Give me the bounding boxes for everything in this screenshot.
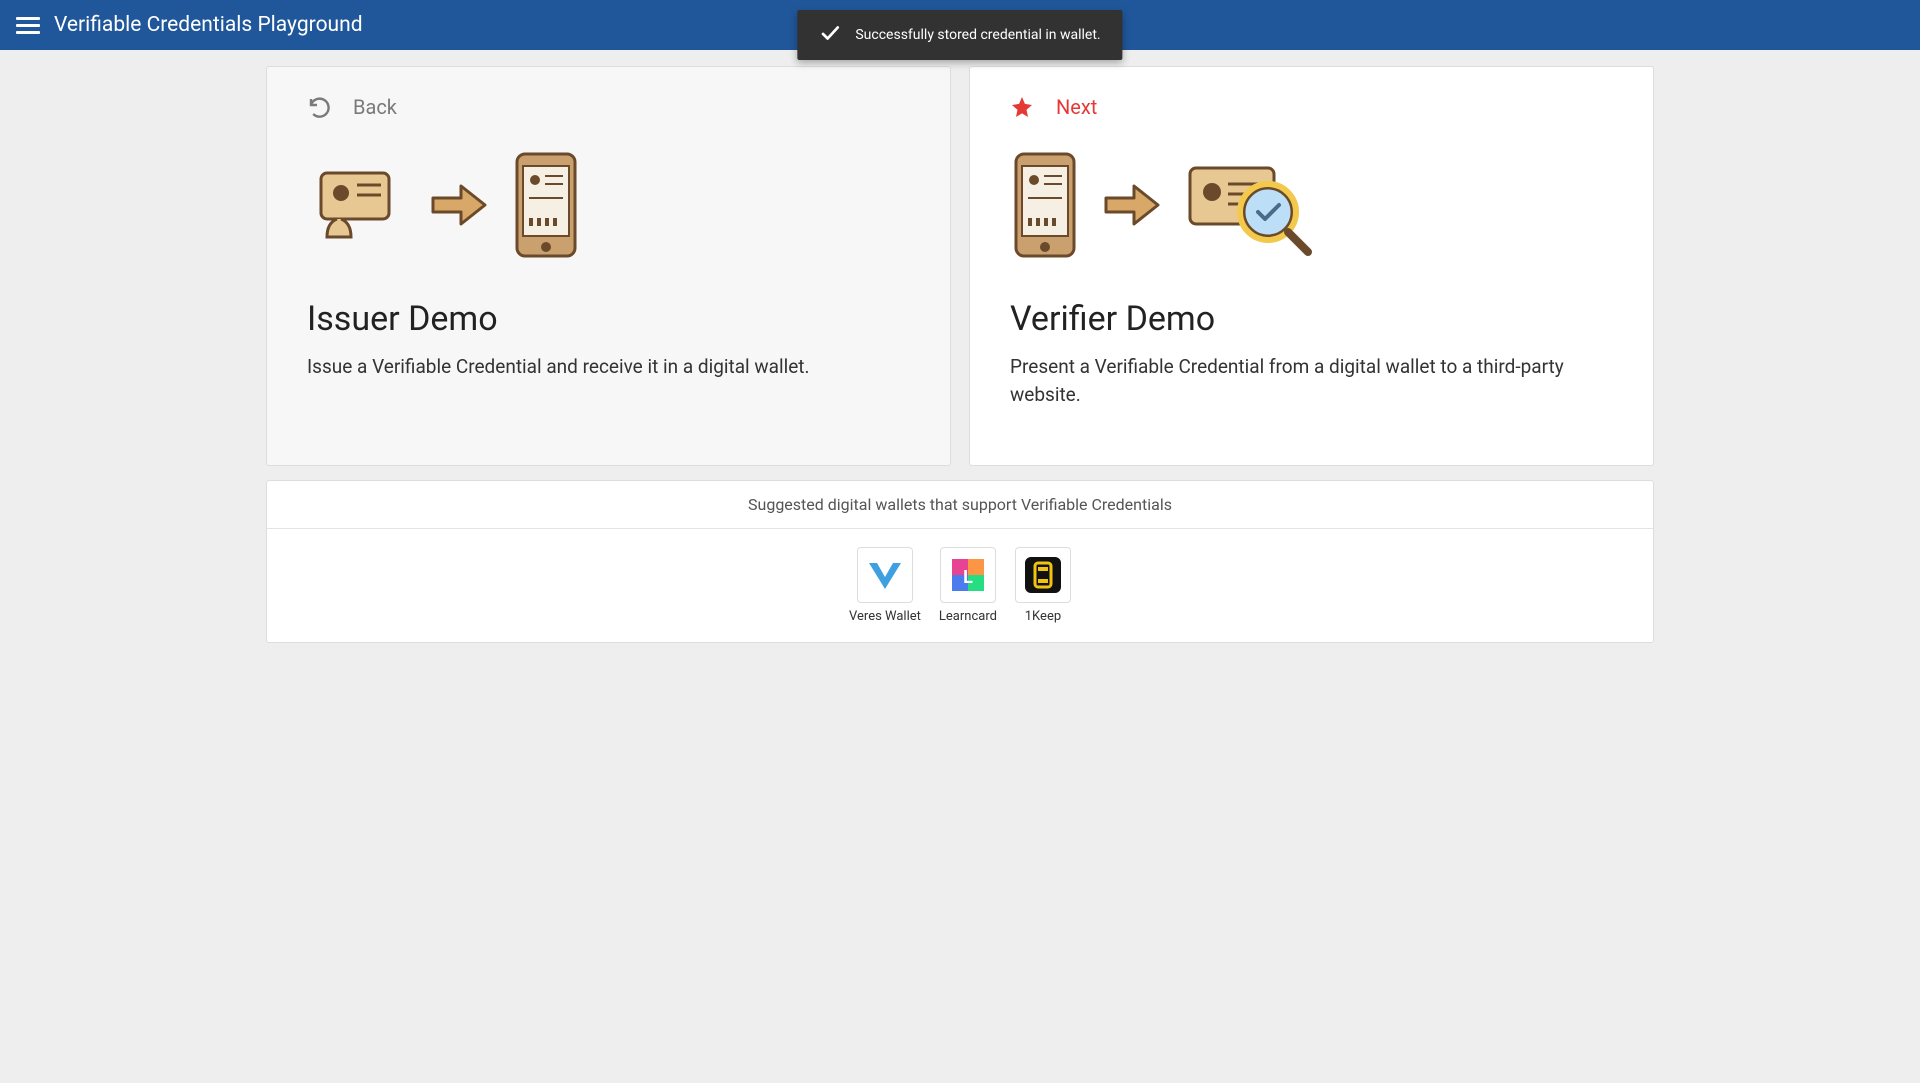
phone-credential-icon bbox=[511, 150, 581, 260]
issuer-card-description: Issue a Verifiable Credential and receiv… bbox=[307, 353, 910, 381]
hamburger-menu-icon[interactable] bbox=[16, 13, 40, 37]
star-icon bbox=[1010, 95, 1034, 119]
wallet-label: Veres Wallet bbox=[849, 609, 921, 624]
issuer-illustration bbox=[307, 145, 910, 265]
main-content: Back bbox=[250, 50, 1670, 659]
issuer-demo-card[interactable]: Back bbox=[266, 66, 951, 466]
undo-icon bbox=[307, 95, 331, 119]
arrow-right-icon bbox=[429, 180, 489, 230]
check-icon bbox=[819, 22, 841, 48]
toast-message: Successfully stored credential in wallet… bbox=[855, 27, 1100, 43]
wallets-heading: Suggested digital wallets that support V… bbox=[267, 481, 1653, 529]
back-button[interactable]: Back bbox=[307, 95, 910, 119]
phone-credential-icon bbox=[1010, 150, 1080, 260]
next-button[interactable]: Next bbox=[1010, 95, 1613, 119]
wallet-1keep[interactable]: 1Keep bbox=[1015, 547, 1071, 624]
credential-verify-icon bbox=[1184, 150, 1314, 260]
credential-hand-icon bbox=[307, 155, 407, 255]
wallet-label: Learncard bbox=[939, 609, 997, 624]
learncard-icon: L bbox=[940, 547, 996, 603]
app-title: Verifiable Credentials Playground bbox=[54, 13, 363, 37]
wallet-label: 1Keep bbox=[1015, 609, 1071, 624]
veres-wallet-icon bbox=[857, 547, 913, 603]
verifier-card-title: Verifier Demo bbox=[1010, 299, 1613, 339]
next-label: Next bbox=[1056, 95, 1097, 119]
back-label: Back bbox=[353, 95, 397, 119]
demo-cards-row: Back bbox=[266, 66, 1654, 466]
wallet-veres[interactable]: Veres Wallet bbox=[849, 547, 921, 624]
wallet-learncard[interactable]: L Learncard bbox=[939, 547, 997, 624]
wallets-list: Veres Wallet L Learncard bbox=[267, 529, 1653, 642]
wallets-panel: Suggested digital wallets that support V… bbox=[266, 480, 1654, 643]
issuer-card-title: Issuer Demo bbox=[307, 299, 910, 339]
toast-notification: Successfully stored credential in wallet… bbox=[797, 10, 1122, 60]
svg-text:L: L bbox=[963, 567, 973, 588]
arrow-right-icon bbox=[1102, 180, 1162, 230]
verifier-card-description: Present a Verifiable Credential from a d… bbox=[1010, 353, 1613, 408]
verifier-demo-card[interactable]: Next bbox=[969, 66, 1654, 466]
onekeep-icon bbox=[1015, 547, 1071, 603]
verifier-illustration bbox=[1010, 145, 1613, 265]
